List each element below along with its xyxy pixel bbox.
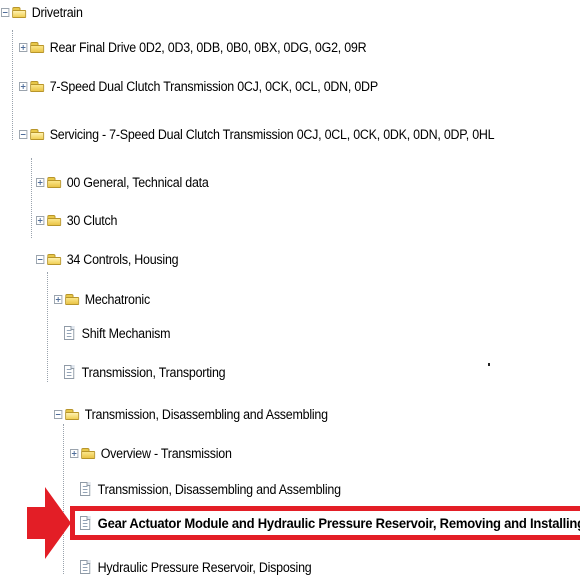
tree-connector-line	[12, 30, 13, 140]
folder-icon	[47, 176, 62, 188]
folder-open-icon	[47, 253, 62, 265]
folder-icon	[30, 80, 45, 92]
folder-open-icon	[12, 6, 27, 18]
tree-node-label: 34 Controls, Housing	[66, 251, 179, 267]
tree-node-shift-mechanism[interactable]: Shift Mechanism	[64, 323, 170, 343]
document-icon	[64, 326, 75, 340]
tree-node-7-speed-dct[interactable]: 7-Speed Dual Clutch Transmission 0CJ, 0C…	[19, 76, 378, 96]
highlight-box	[70, 506, 580, 540]
tree-node-label: Servicing - 7-Speed Dual Clutch Transmis…	[49, 126, 495, 142]
tree-node-label: Transmission, Disassembling and Assembli…	[97, 481, 341, 497]
tree-node-hydraulic-pressure-reservoir[interactable]: Hydraulic Pressure Reservoir, Disposing	[80, 557, 312, 577]
document-icon	[80, 482, 91, 496]
collapse-icon[interactable]	[1, 7, 10, 17]
tree-node-label: Overview - Transmission	[100, 445, 232, 461]
tree-node-drivetrain[interactable]: Drivetrain	[1, 2, 83, 22]
expand-icon[interactable]	[54, 294, 63, 304]
tree-node-transmission-disassembling-doc[interactable]: Transmission, Disassembling and Assembli…	[80, 479, 341, 499]
tree-connector-line	[31, 158, 32, 238]
tree-node-transmission-disassembling-folder[interactable]: Transmission, Disassembling and Assembli…	[54, 404, 328, 424]
tree-node-label: Mechatronic	[84, 291, 151, 307]
folder-open-icon	[30, 128, 45, 140]
folder-icon	[81, 447, 96, 459]
expand-icon[interactable]	[19, 42, 28, 52]
tree-node-label: Transmission, Transporting	[81, 364, 226, 380]
expand-icon[interactable]	[36, 215, 45, 225]
tree-node-label: Transmission, Disassembling and Assembli…	[84, 406, 328, 422]
tree-node-label: 30 Clutch	[66, 212, 118, 228]
collapse-icon[interactable]	[36, 254, 45, 264]
tree-node-label: 7-Speed Dual Clutch Transmission 0CJ, 0C…	[49, 78, 378, 94]
tree-node-34-controls-housing[interactable]: 34 Controls, Housing	[36, 249, 179, 269]
tree-node-30-clutch[interactable]: 30 Clutch	[36, 210, 117, 230]
document-icon	[80, 560, 91, 574]
expand-icon[interactable]	[19, 81, 28, 91]
tree-node-00-general[interactable]: 00 General, Technical data	[36, 172, 209, 192]
folder-icon	[65, 293, 80, 305]
navigation-tree: Drivetrain Rear Final Drive 0D2, 0D3, 0D…	[0, 0, 580, 579]
tree-connector-line	[47, 272, 48, 382]
tree-node-rear-final-drive[interactable]: Rear Final Drive 0D2, 0D3, 0DB, 0B0, 0BX…	[19, 37, 367, 57]
folder-icon	[30, 41, 45, 53]
tree-node-overview-transmission[interactable]: Overview - Transmission	[70, 443, 232, 463]
tree-node-label: Rear Final Drive 0D2, 0D3, 0DB, 0B0, 0BX…	[49, 39, 367, 55]
tree-node-servicing-7-speed-dct[interactable]: Servicing - 7-Speed Dual Clutch Transmis…	[19, 124, 495, 144]
collapse-icon[interactable]	[54, 409, 63, 419]
expand-icon[interactable]	[70, 448, 79, 458]
red-arrow-icon	[27, 487, 71, 559]
expand-icon[interactable]	[36, 177, 45, 187]
folder-icon	[47, 214, 62, 226]
tree-node-label: Shift Mechanism	[81, 325, 171, 341]
folder-open-icon	[65, 408, 80, 420]
tree-node-transmission-transporting[interactable]: Transmission, Transporting	[64, 362, 226, 382]
collapse-icon[interactable]	[19, 129, 28, 139]
tree-node-label: 00 General, Technical data	[66, 174, 209, 190]
tree-node-mechatronic[interactable]: Mechatronic	[54, 289, 150, 309]
tree-node-label: Hydraulic Pressure Reservoir, Disposing	[97, 559, 312, 575]
document-icon	[64, 365, 75, 379]
stray-mark	[488, 363, 490, 366]
tree-node-label: Drivetrain	[31, 4, 83, 20]
